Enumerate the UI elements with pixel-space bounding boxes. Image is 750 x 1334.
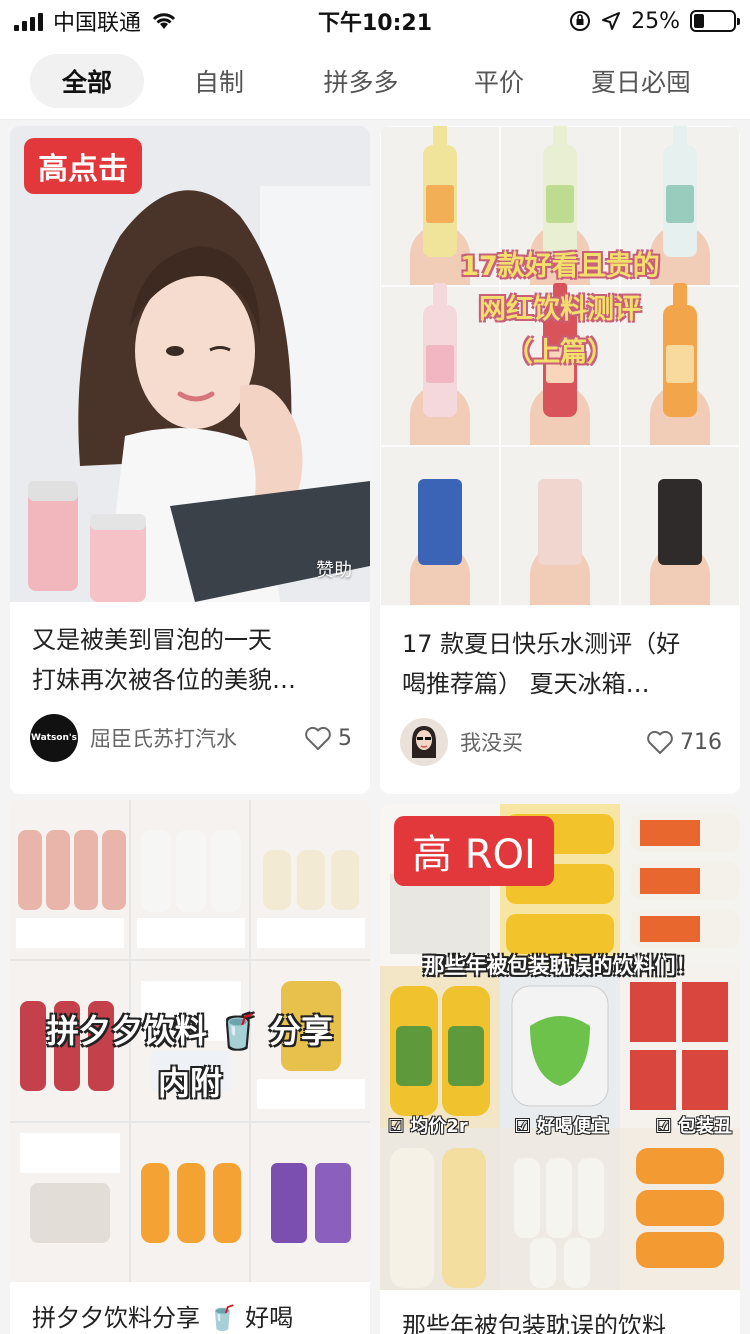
card-cover-image[interactable]: 17款好看且贵的 网红饮料测评 （上篇） xyxy=(380,126,740,606)
tab-summer-essentials[interactable]: 夏日必囤 xyxy=(586,54,696,108)
title-line: 拼夕夕饮料分享 🥤 好喝 xyxy=(32,1304,294,1332)
avatar[interactable]: Watson's xyxy=(30,714,78,762)
cover-illustration xyxy=(10,126,370,602)
tag-average-price: ☑ 均价2r xyxy=(388,1116,468,1137)
like-button[interactable]: 5 xyxy=(304,725,352,751)
like-count: 5 xyxy=(338,725,352,751)
title-line: 喝推荐篇） 夏天冰箱… xyxy=(402,670,650,698)
author-name[interactable]: 我没买 xyxy=(460,727,646,757)
tag-ugly-packaging: ☑ 包装丑 xyxy=(655,1116,732,1137)
carrier-name: 中国联通 xyxy=(53,11,142,36)
title-line: 那些年被包装耽误的饮料 xyxy=(402,1312,666,1334)
battery-level xyxy=(694,14,704,28)
like-count: 716 xyxy=(680,729,722,755)
status-bar: 中国联通 下午10:21 25% xyxy=(0,0,750,42)
card-meta: 我没买 716 xyxy=(380,704,740,766)
signal-icon xyxy=(14,11,43,31)
like-button[interactable]: 716 xyxy=(646,729,722,755)
title-line: 打妹再次被各位的美貌… xyxy=(32,666,296,694)
avatar[interactable] xyxy=(400,718,448,766)
high-roi-badge: 高 ROI xyxy=(394,816,554,886)
tab-pinduoduo[interactable]: 拼多多 xyxy=(316,54,406,108)
tab-homemade[interactable]: 自制 xyxy=(184,54,254,108)
tag-tasty-cheap: ☑ 好喝便宜 xyxy=(514,1116,609,1137)
feed-card[interactable]: 拼夕夕饮料 🥤 分享 内附 拼夕夕饮料分享 🥤 好喝 xyxy=(10,800,370,1334)
orientation-lock-icon xyxy=(570,11,591,31)
title-line: 17 款夏日快乐水测评（好 xyxy=(402,630,681,658)
card-title[interactable]: 17 款夏日快乐水测评（好 喝推荐篇） 夏天冰箱… xyxy=(380,606,740,704)
card-cover-image[interactable]: 高点击 赞助 xyxy=(10,126,370,602)
tab-affordable[interactable]: 平价 xyxy=(464,54,534,108)
high-click-badge: 高点击 xyxy=(24,138,142,194)
heart-icon xyxy=(305,726,331,750)
sponsored-label: 赞助 xyxy=(316,560,352,581)
author-name[interactable]: 屈臣氏苏打汽水 xyxy=(90,723,304,753)
feed-card[interactable]: 高点击 赞助 又是被美到冒泡的一天 打妹再次被各位的美貌… Watson's 屈… xyxy=(10,126,370,794)
clock: 下午10:21 xyxy=(317,11,433,36)
card-cover-image[interactable]: 拼夕夕饮料 🥤 分享 内附 xyxy=(10,800,370,1282)
cover-overlay-title: 那些年被包装耽误的饮料们！ xyxy=(423,954,697,978)
cover-overlay-title: 17款好看且贵的 网红饮料测评 （上篇） xyxy=(460,251,660,368)
card-cover-image[interactable]: 高 ROI 那些年被包装耽误的饮料们！ ☑ 均价2r ☑ 好喝便宜 ☑ 包装丑 xyxy=(380,804,740,1290)
card-title[interactable]: 那些年被包装耽误的饮料 xyxy=(380,1290,740,1334)
wifi-icon xyxy=(152,13,176,29)
cover-overlay-title: 拼夕夕饮料 🥤 分享 内附 xyxy=(46,1012,334,1102)
feed-card[interactable]: 高 ROI 那些年被包装耽误的饮料们！ ☑ 均价2r ☑ 好喝便宜 ☑ 包装丑 … xyxy=(380,804,740,1334)
location-icon xyxy=(602,12,621,30)
card-meta: Watson's 屈臣氏苏打汽水 5 xyxy=(10,700,370,762)
card-title[interactable]: 拼夕夕饮料分享 🥤 好喝 xyxy=(10,1282,370,1334)
tab-all[interactable]: 全部 xyxy=(30,53,144,108)
card-title[interactable]: 又是被美到冒泡的一天 打妹再次被各位的美貌… xyxy=(10,602,370,700)
category-tabs: 全部 自制 拼多多 平价 夏日必囤 xyxy=(0,42,750,120)
battery-percent: 25% xyxy=(631,8,680,34)
title-line: 又是被美到冒泡的一天 xyxy=(32,626,272,654)
battery-icon xyxy=(690,10,740,32)
watsons-logo: Watson's xyxy=(30,733,78,743)
avatar-illustration xyxy=(412,726,436,758)
feed-card[interactable]: 17款好看且贵的 网红饮料测评 （上篇） 17 款夏日快乐水测评（好 喝推荐篇）… xyxy=(380,126,740,794)
tag-row: ☑ 均价2r ☑ 好喝便宜 ☑ 包装丑 xyxy=(388,1112,732,1138)
heart-icon xyxy=(647,730,673,754)
